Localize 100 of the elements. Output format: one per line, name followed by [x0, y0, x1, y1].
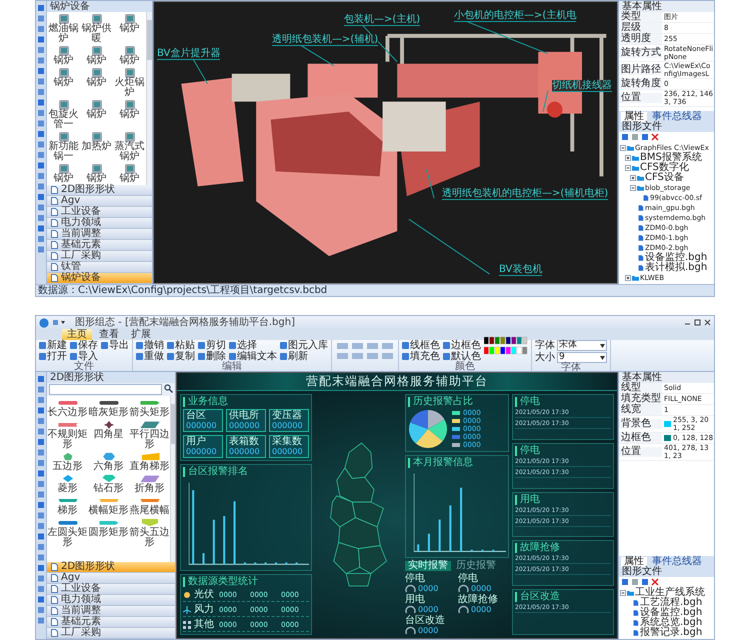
- panel-tab[interactable]: 属性: [621, 557, 647, 567]
- ribbon-button[interactable]: 新建: [39, 340, 67, 350]
- ribbon-button[interactable]: 选择: [229, 340, 277, 350]
- category-tab[interactable]: 基础元素: [47, 240, 152, 251]
- field-label: 字体: [535, 340, 555, 350]
- stat-label: 变压器: [272, 411, 303, 421]
- collapse-toggle-icon[interactable]: [620, 145, 626, 151]
- ribbon-button[interactable]: 填充色: [402, 352, 440, 362]
- boiler-label: 蒸汽式锅炉: [114, 142, 146, 162]
- ribbon-tab[interactable]: 查看: [94, 329, 124, 340]
- collapse-toggle-icon[interactable]: [630, 185, 636, 191]
- tree-item-label[interactable]: 设备监控.bgh: [640, 608, 702, 618]
- tree-item-label[interactable]: 报警记录.bgh: [640, 628, 702, 638]
- ribbon-button[interactable]: 边框色: [443, 340, 481, 350]
- wind-turbine-icon: [183, 606, 191, 614]
- category-tab[interactable]: Agv: [47, 196, 152, 207]
- scrollbar[interactable]: [170, 396, 175, 562]
- search-icon[interactable]: [164, 384, 173, 393]
- ribbon-button[interactable]: 导入: [70, 352, 98, 362]
- maximize-icon[interactable]: [694, 319, 701, 326]
- collapse-toggle-icon[interactable]: [620, 590, 626, 596]
- ribbon-button[interactable]: 粘贴: [167, 340, 195, 350]
- section-header[interactable]: 基本属性: [619, 372, 714, 383]
- dropdown-field[interactable]: 9: [557, 352, 607, 363]
- alignment-tools-drawing[interactable]: [335, 340, 395, 362]
- expand-toggle-icon[interactable]: [625, 275, 631, 281]
- property-label: 图片路径: [619, 65, 662, 75]
- boiler-label: 锅炉供暖: [80, 24, 112, 44]
- tree-item-label[interactable]: 工艺流程.bgh: [640, 598, 702, 608]
- ribbon-button[interactable]: 线框色: [402, 340, 440, 350]
- tree-item-label[interactable]: 系统总览.bgh: [640, 618, 702, 628]
- stat-value: 000000: [272, 447, 304, 456]
- category-tab[interactable]: 钛管: [47, 262, 152, 273]
- category-tab[interactable]: 工业设备: [47, 584, 175, 595]
- category-tab[interactable]: 电力领域: [47, 218, 152, 229]
- ribbon-button[interactable]: 打开: [39, 352, 67, 362]
- ribbon-button[interactable]: 复制: [167, 352, 195, 362]
- shape-label: 梯形: [56, 506, 78, 516]
- ribbon-button[interactable]: 重做: [136, 352, 164, 362]
- expand-toggle-icon[interactable]: [625, 155, 631, 161]
- category-tab[interactable]: Agv: [47, 573, 175, 584]
- ribbon-button[interactable]: 保存: [70, 340, 98, 350]
- panel-tab[interactable]: 事件总线器: [649, 557, 705, 567]
- ribbon-button[interactable]: 删除: [198, 352, 226, 362]
- shape-label: 暗灰矩形: [88, 408, 129, 418]
- stat-value: 000000: [229, 421, 261, 430]
- tree-item-label[interactable]: 设备监控.bgh: [645, 253, 708, 263]
- tree-toolbar-drawing[interactable]: [621, 133, 661, 141]
- dropdown-field[interactable]: 宋体: [557, 340, 607, 351]
- square-icon: [101, 342, 108, 349]
- tree-item-label[interactable]: CFS设备: [645, 173, 684, 183]
- ribbon-button[interactable]: 导出: [101, 340, 129, 350]
- ribbon-button[interactable]: 图元入库: [280, 340, 328, 350]
- expand-toggle-icon[interactable]: [630, 175, 636, 181]
- search-field[interactable]: [49, 384, 162, 395]
- folder-icon: [627, 590, 634, 596]
- boiler-label: 包旋火管一: [48, 110, 80, 130]
- boiler-label: 锅炉: [86, 56, 108, 66]
- category-tab[interactable]: 电力领域: [47, 595, 175, 606]
- tree-item-label[interactable]: 表计模拟.bgh: [645, 263, 708, 273]
- tree-item-label[interactable]: BMS报警系统: [640, 153, 702, 163]
- category-tab[interactable]: 当前调整: [47, 606, 175, 617]
- close-icon[interactable]: [704, 319, 711, 326]
- color-palette-drawing[interactable]: [484, 334, 528, 356]
- panel-tab[interactable]: 事件总线器: [649, 112, 705, 122]
- category-tab[interactable]: 基础元素: [47, 617, 175, 628]
- panel-title: 历史报警占比: [408, 397, 506, 407]
- alarm-tab[interactable]: 历史报警: [453, 561, 499, 571]
- group-label: 编辑: [221, 362, 243, 372]
- gauge-value: 0000: [418, 605, 438, 614]
- app-menu-icon[interactable]: [39, 318, 49, 328]
- panel-tab[interactable]: 属性: [621, 112, 647, 122]
- category-tab[interactable]: 工厂采购: [47, 251, 152, 262]
- ribbon-button[interactable]: 默认色: [443, 352, 481, 362]
- square-icon: [402, 342, 409, 349]
- ribbon-button[interactable]: 编辑文本: [229, 352, 277, 362]
- category-tab[interactable]: 2D图形形状: [47, 185, 152, 196]
- ribbon-button[interactable]: 刷新: [280, 352, 328, 362]
- alarm-tab[interactable]: 实时报警: [405, 561, 451, 571]
- square-icon: [280, 353, 287, 360]
- category-tab[interactable]: 2D图形形状: [47, 562, 175, 573]
- tree-item-label[interactable]: 工业生产线系统: [635, 588, 705, 598]
- category-tab[interactable]: 工业设备: [47, 207, 152, 218]
- collapse-toggle-icon[interactable]: [625, 165, 631, 171]
- property-label: 边框色: [619, 433, 662, 443]
- ribbon-tab[interactable]: 扩展: [126, 329, 156, 340]
- ribbon-tab[interactable]: 主页: [62, 329, 92, 340]
- category-tab[interactable]: 锅炉设备: [47, 273, 152, 284]
- section-header[interactable]: 基本属性: [619, 1, 714, 12]
- ribbon-button[interactable]: 撤销: [136, 340, 164, 350]
- tree-toolbar-drawing[interactable]: [621, 578, 661, 586]
- category-tab[interactable]: 工厂采购: [47, 628, 175, 639]
- scrollbar[interactable]: [146, 12, 152, 185]
- tree-item-label[interactable]: CFS数字化: [640, 163, 689, 173]
- panel-title: 故障抢修: [515, 543, 611, 554]
- boiler-label: 锅炉: [118, 56, 140, 66]
- square-icon: [70, 342, 77, 349]
- ribbon-button[interactable]: 剪切: [198, 340, 226, 350]
- gauge-value: 0000: [418, 626, 438, 635]
- category-tab[interactable]: 当前调整: [47, 229, 152, 240]
